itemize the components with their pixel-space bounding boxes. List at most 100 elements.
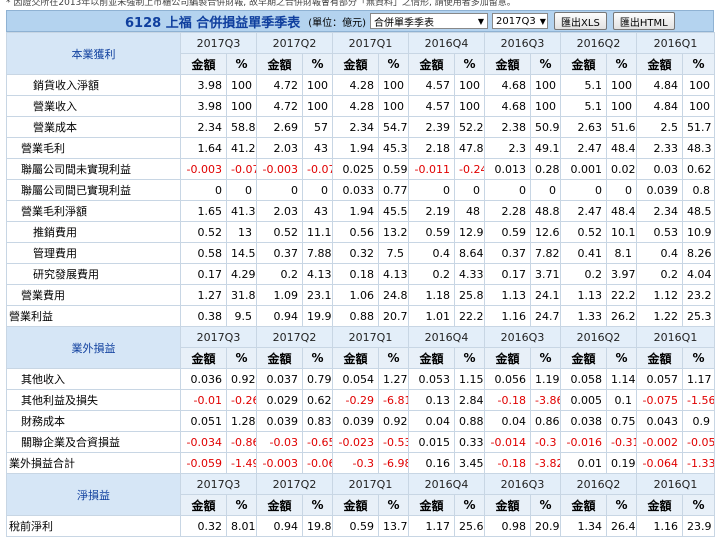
period-header: 2016Q4 (408, 326, 485, 348)
amount-header: 金額 (256, 347, 303, 369)
amount-header: 金額 (636, 347, 683, 369)
period-header-row: 淨損益 2017Q3 2017Q2 2017Q1 2016Q4 2016Q3 2016Q2 2… (6, 473, 715, 516)
percent-cell: 19.8 (302, 515, 333, 537)
amount-cell: -0.29 (332, 389, 379, 411)
amount-cell: -0.002 (636, 431, 683, 453)
amount-cell: 0.04 (484, 410, 531, 432)
amount-cell: 1.13 (560, 284, 607, 306)
percent-cell: 25.3 (682, 305, 715, 327)
percent-cell: -0.53 (378, 431, 409, 453)
amount-cell: 0.53 (636, 221, 683, 243)
percent-cell: 10.1 (606, 221, 637, 243)
amount-header: 金額 (332, 53, 379, 75)
percent-cell: 41.2 (226, 137, 257, 159)
percent-cell: 4.29 (226, 263, 257, 285)
percent-cell: 0.59 (378, 158, 409, 180)
amount-cell: 1.09 (256, 284, 303, 306)
row-label: 關聯企業及合資損益 (6, 431, 181, 453)
percent-cell: 51.7 (682, 116, 715, 138)
percent-cell: 8.26 (682, 242, 715, 264)
amount-cell: 5.1 (560, 74, 607, 96)
notice-text: * 因證交所在2013年以前並未強制上市櫃公司編製合併財報, 故早期之合併財報會… (6, 0, 516, 8)
percent-cell: 20.7 (378, 305, 409, 327)
amount-header: 金額 (636, 53, 683, 75)
percent-cell: 100 (682, 74, 715, 96)
amount-header: 金額 (180, 53, 227, 75)
percent-cell: 52.2 (454, 116, 485, 138)
table-row: 營業利益 0.38 9.5 0.94 19.9 0.88 20.7 1.01 22.2 1.16 2… (6, 305, 715, 327)
amount-cell: 0.029 (256, 389, 303, 411)
amount-cell: -0.016 (560, 431, 607, 453)
period-header: 2016Q4 (408, 473, 485, 495)
percent-cell: 7.88 (302, 242, 333, 264)
period-header: 2017Q1 (332, 326, 409, 348)
table-row: 其他利益及損失-0.01-0.260.0290.62-0.29-6.810.13… (6, 389, 715, 411)
table-row: 聯屬公司間已實現利益 0 0 0 0 0.033 0.77 0 0 0 0 0 0 0.039 0.8 (6, 179, 715, 201)
percent-cell: 10.9 (682, 221, 715, 243)
percent-cell: 25.8 (454, 284, 485, 306)
percent-cell: -3.86 (530, 389, 561, 411)
percent-cell: 4.13 (302, 263, 333, 285)
export-html-button[interactable]: 匯出HTML (612, 12, 675, 30)
amount-cell: 1.64 (180, 137, 227, 159)
percent-cell: -0.07 (226, 158, 257, 180)
period-header: 2017Q3 (180, 326, 257, 348)
period-header: 2017Q1 (332, 473, 409, 495)
report-type-select[interactable]: 合併單季季表 ▼ (370, 13, 489, 29)
amount-cell: 0.04 (408, 410, 455, 432)
percent-header: % (226, 494, 257, 516)
percent-header: % (606, 347, 637, 369)
percent-cell: 100 (530, 95, 561, 117)
amount-cell: 0 (484, 179, 531, 201)
amount-cell: 4.84 (636, 74, 683, 96)
row-label: 業外損益合計 (6, 452, 181, 474)
amount-cell: -0.014 (484, 431, 531, 453)
amount-cell: 1.65 (180, 200, 227, 222)
percent-cell: 8.64 (454, 242, 485, 264)
amount-cell: 0.13 (408, 389, 455, 411)
amount-cell: 0.4 (636, 242, 683, 264)
percent-cell: 0.33 (454, 431, 485, 453)
percent-cell: 0.92 (378, 410, 409, 432)
percent-header: % (454, 347, 485, 369)
amount-cell: 0.59 (408, 221, 455, 243)
amount-header: 金額 (560, 53, 607, 75)
amount-cell: 0.52 (180, 221, 227, 243)
amount-cell: 0.025 (332, 158, 379, 180)
table-row: 營業毛利淨額 1.65 41.3 2.03 43 1.94 45.5 2.19 48 2.28 48… (6, 200, 715, 222)
percent-cell: -6.98 (378, 452, 409, 474)
amount-header: 金額 (484, 53, 531, 75)
amount-cell: 0.17 (484, 263, 531, 285)
amount-cell: 4.57 (408, 95, 455, 117)
export-xls-button[interactable]: 匯出XLS (554, 12, 607, 30)
amount-cell: 1.22 (636, 305, 683, 327)
period-header: 2017Q3 (180, 32, 257, 54)
percent-cell: 8.1 (606, 242, 637, 264)
amount-cell: 4.28 (332, 95, 379, 117)
amount-cell: 0.036 (180, 368, 227, 390)
amount-cell: -0.034 (180, 431, 227, 453)
percent-header: % (302, 494, 333, 516)
amount-cell: -0.023 (332, 431, 379, 453)
percent-cell: -0.86 (226, 431, 257, 453)
percent-cell: -0.24 (454, 158, 485, 180)
percent-header: % (226, 53, 257, 75)
table-row: 營業費用 1.27 31.8 1.09 23.1 1.06 24.8 1.18 25.8 1.13… (6, 284, 715, 306)
percent-cell: -0.07 (302, 158, 333, 180)
percent-cell: 0.1 (606, 389, 637, 411)
percent-cell: 25.6 (454, 515, 485, 537)
amount-cell: 4.72 (256, 95, 303, 117)
period-header-row: 業外損益 2017Q3 2017Q2 2017Q1 2016Q4 2016Q3 2016Q2… (6, 326, 715, 369)
percent-cell: 1.27 (378, 368, 409, 390)
amount-header: 金額 (484, 494, 531, 516)
percent-header: % (302, 347, 333, 369)
percent-cell: 7.5 (378, 242, 409, 264)
percent-cell: -1.33 (682, 452, 715, 474)
percent-header: % (682, 347, 715, 369)
period-select[interactable]: 2017Q3 ▼ (492, 13, 549, 29)
percent-cell: 0.83 (302, 410, 333, 432)
percent-cell: 100 (302, 74, 333, 96)
amount-cell: -0.011 (408, 158, 455, 180)
amount-cell: 2.5 (636, 116, 683, 138)
percent-cell: 49.1 (530, 137, 561, 159)
